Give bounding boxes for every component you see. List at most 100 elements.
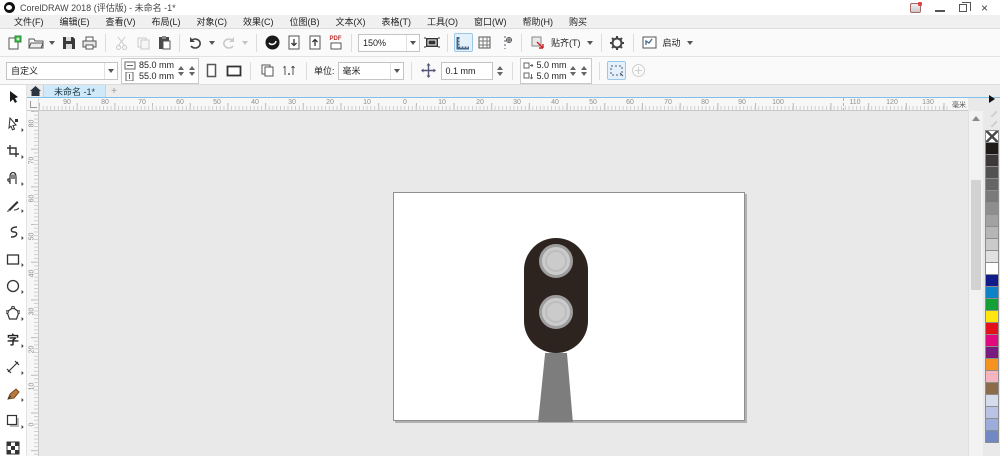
nudge-spinner[interactable] (496, 62, 505, 80)
treat-as-filled-button[interactable] (606, 61, 626, 80)
menu-item[interactable]: 位图(B) (282, 15, 328, 28)
fullscreen-preview-icon[interactable] (422, 33, 441, 52)
account-icon[interactable] (909, 1, 922, 13)
publish-pdf-icon[interactable]: PDF (326, 33, 345, 52)
save-icon[interactable] (59, 33, 78, 52)
canvas[interactable] (39, 111, 968, 456)
show-rulers-icon[interactable] (454, 33, 473, 52)
welcome-screen-icon[interactable] (263, 33, 282, 52)
undo-icon[interactable] (186, 33, 205, 52)
page-height-spinner[interactable] (187, 62, 196, 80)
close-button[interactable]: × (981, 2, 988, 14)
show-grid-icon[interactable] (475, 33, 494, 52)
pick-tool[interactable] (3, 88, 23, 106)
units-combo[interactable]: 毫米 (337, 61, 404, 80)
flyout-caret (17, 179, 24, 187)
page-width-field[interactable]: 85.0 mm (139, 60, 174, 70)
new-tab-button[interactable]: + (106, 85, 122, 97)
menu-item[interactable]: 效果(C) (235, 15, 282, 28)
duplicate-x-field[interactable]: 5.0 mm (537, 60, 567, 70)
flyout-caret (17, 152, 24, 160)
landscape-orientation-button[interactable] (224, 61, 243, 80)
menu-item[interactable]: 布局(L) (144, 15, 189, 28)
text-tool[interactable]: 字 (3, 331, 24, 349)
signal-stem-shape[interactable] (538, 353, 573, 422)
bezier-tool[interactable] (3, 223, 24, 241)
signal-body-shape[interactable] (524, 238, 588, 353)
ruler-origin-corner[interactable] (27, 98, 39, 111)
restore-button[interactable] (958, 1, 971, 12)
duplicate-x-spinner[interactable] (569, 62, 578, 80)
minimize-button[interactable] (934, 4, 945, 12)
zoom-level-combo[interactable]: 150% (358, 33, 420, 52)
show-guidelines-icon[interactable] (496, 33, 515, 52)
menu-item[interactable]: 文本(X) (328, 15, 374, 28)
ruler-label: 120 (886, 99, 898, 106)
menu-item[interactable]: 工具(O) (419, 15, 466, 28)
ruler-label: 0 (403, 99, 407, 106)
color-swatch[interactable] (985, 430, 999, 443)
nudge-distance-field[interactable]: 0.1 mm (440, 61, 493, 80)
export-icon[interactable] (305, 33, 324, 52)
scroll-up-icon[interactable] (972, 116, 980, 121)
paste-icon[interactable] (154, 33, 173, 52)
home-icon[interactable] (27, 85, 43, 97)
zoom-dropdown-icon[interactable] (406, 34, 419, 51)
drop-shadow-tool[interactable] (3, 412, 24, 430)
import-icon[interactable] (284, 33, 303, 52)
signal-light-top[interactable] (539, 244, 573, 278)
transparency-tool[interactable] (3, 439, 23, 456)
page-width-spinner[interactable] (176, 62, 185, 80)
rectangle-tool[interactable] (3, 250, 24, 268)
page-height-field[interactable]: 55.0 mm (139, 71, 174, 81)
shape-tool[interactable] (3, 115, 24, 133)
launch-button[interactable]: 启动 (661, 36, 683, 49)
dimension-tool[interactable] (3, 358, 24, 376)
horizontal-ruler[interactable]: 毫米 90 80 70 60 50 40 30 20 10 0 10 20 30 40 50 60 70 80 90… (39, 98, 968, 111)
print-icon[interactable] (80, 33, 99, 52)
color-palette (984, 93, 1000, 456)
new-document-icon[interactable] (5, 33, 24, 52)
launch-icon[interactable] (640, 33, 659, 52)
menu-item[interactable]: 查看(V) (98, 15, 144, 28)
crop-tool[interactable] (3, 142, 24, 160)
current-page-button[interactable] (280, 61, 299, 80)
scrollbar-thumb[interactable] (971, 180, 981, 290)
signal-light-bottom[interactable] (539, 295, 573, 329)
vertical-scrollbar[interactable] (968, 111, 983, 456)
drawing-page[interactable] (393, 192, 745, 422)
snap-dropdown-icon[interactable] (586, 40, 593, 45)
open-icon[interactable] (26, 33, 45, 52)
units-dropdown-icon[interactable] (389, 62, 403, 79)
menu-item[interactable]: 窗口(W) (466, 15, 515, 28)
document-tab[interactable]: 未命名 -1* (43, 85, 107, 97)
menu-item[interactable]: 文件(F) (6, 15, 52, 28)
options-gear-icon[interactable] (608, 33, 627, 52)
duplicate-y-field[interactable]: 5.0 mm (537, 71, 567, 81)
ellipse-tool[interactable] (3, 277, 24, 295)
menu-item[interactable]: 购买 (561, 15, 595, 28)
polygon-tool[interactable] (3, 304, 24, 322)
freehand-tool[interactable] (3, 196, 24, 214)
snap-indicator-icon[interactable] (528, 33, 547, 52)
undo-dropdown-icon[interactable] (209, 40, 215, 45)
portrait-orientation-button[interactable] (202, 61, 221, 80)
menu-item[interactable]: 编辑(E) (52, 15, 98, 28)
menu-item[interactable]: 对象(C) (189, 15, 236, 28)
palette-flyout-icon[interactable] (989, 95, 995, 103)
menu-item[interactable]: 表格(T) (374, 15, 420, 28)
open-dropdown-icon[interactable] (49, 40, 55, 45)
menu-item[interactable]: 帮助(H) (515, 15, 562, 28)
ruler-label: 30 (513, 99, 521, 106)
ruler-label: 30 (28, 307, 36, 316)
snap-to-button[interactable]: 贴齐(T) (549, 36, 583, 49)
page-size-dropdown-icon[interactable] (104, 62, 117, 79)
page-size-combo[interactable]: 自定义 (6, 61, 118, 80)
connector-tool[interactable] (3, 385, 24, 403)
pan-tool[interactable] (3, 169, 24, 187)
duplicate-y-spinner[interactable] (580, 62, 589, 80)
vertical-ruler[interactable]: 8070605040302010010 (27, 111, 39, 456)
ruler-label: 50 (589, 99, 597, 106)
launch-dropdown-icon[interactable] (686, 40, 693, 45)
all-pages-button[interactable] (258, 61, 277, 80)
